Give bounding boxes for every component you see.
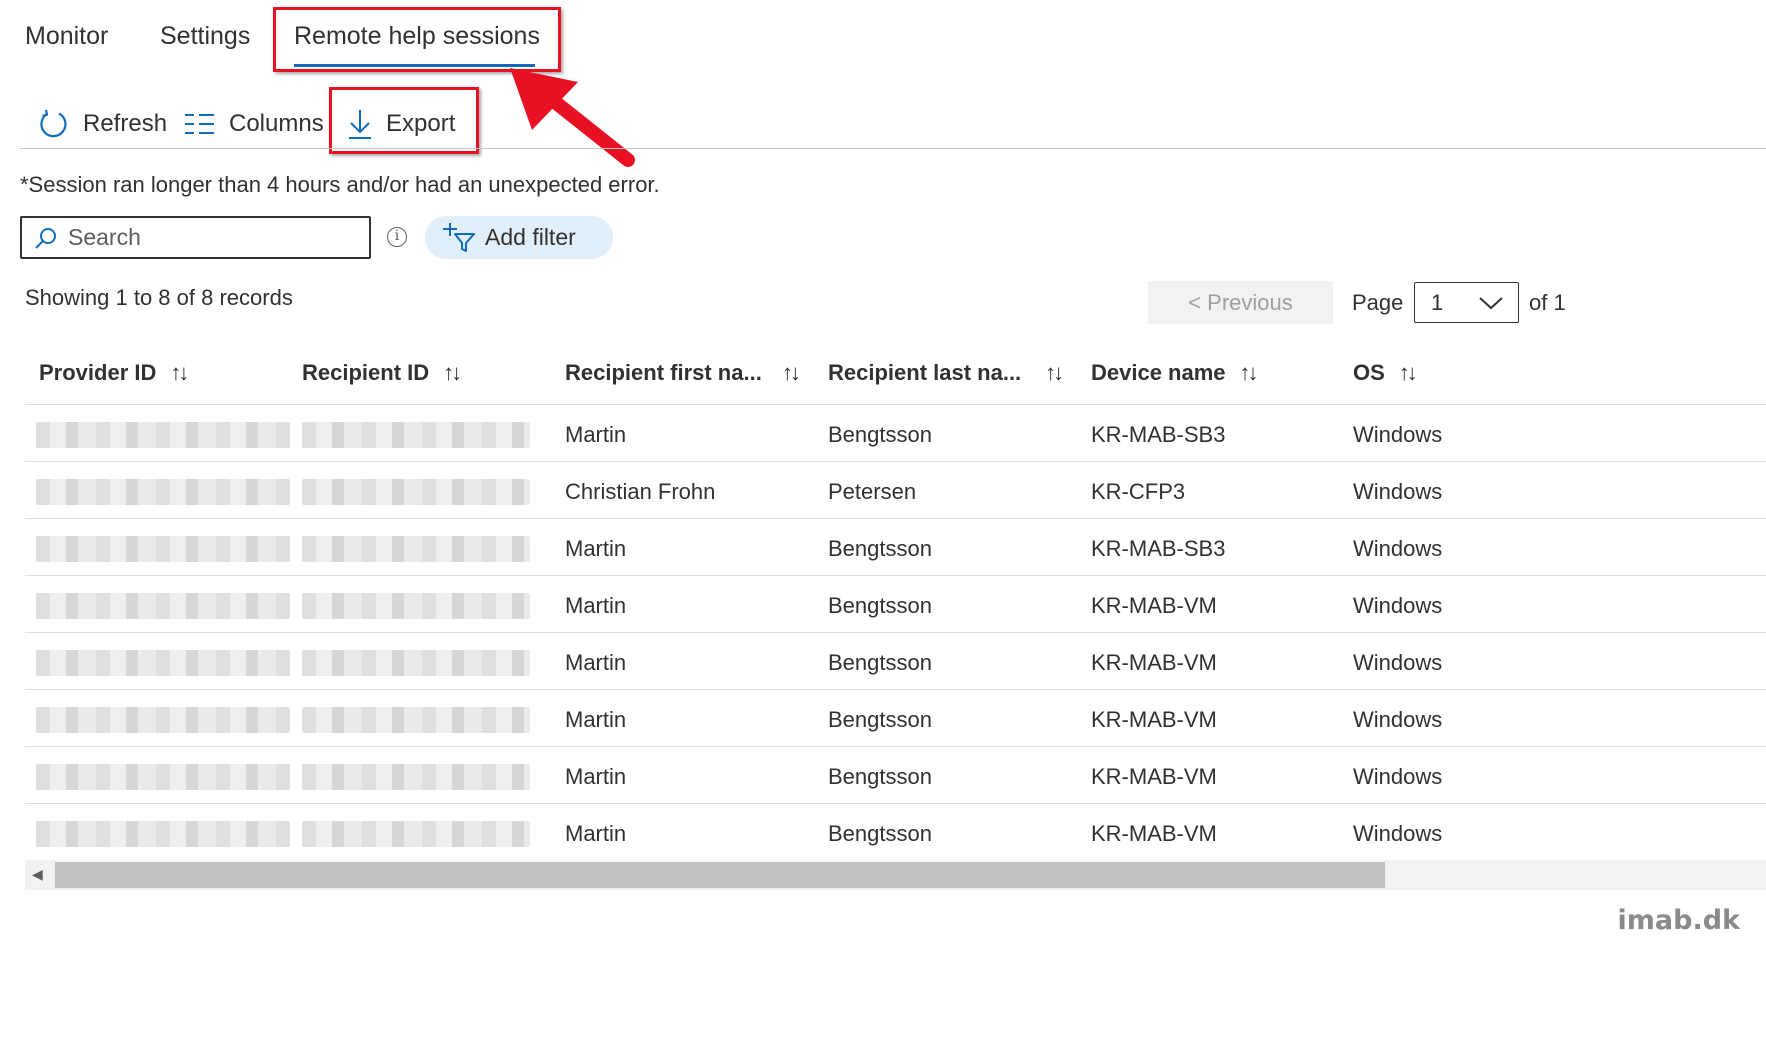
cell-provider-id-redacted xyxy=(36,536,290,562)
cell-device-name: KR-MAB-VM xyxy=(1091,821,1217,846)
refresh-button[interactable]: Refresh xyxy=(37,104,167,144)
add-filter-button[interactable]: Add filter xyxy=(425,216,613,259)
cell-first-name: Martin xyxy=(565,650,627,675)
sort-icon[interactable]: ↑↓ xyxy=(1240,360,1259,386)
column-header-provider-id[interactable]: Provider ID ↑↓ xyxy=(39,360,189,386)
column-label: Recipient last na... xyxy=(828,360,1022,385)
cell-provider-id-redacted xyxy=(36,707,290,733)
cell-provider-id-redacted xyxy=(36,821,290,847)
cell-recipient-id-redacted xyxy=(302,422,530,448)
cell-device-name: KR-MAB-VM xyxy=(1091,764,1217,789)
search-icon xyxy=(35,227,56,249)
cell-os: Windows xyxy=(1353,536,1443,561)
refresh-icon xyxy=(40,109,67,138)
page-value: 1 xyxy=(1431,289,1444,315)
column-header-device-name[interactable]: Device name ↑↓ xyxy=(1091,360,1259,386)
cell-os: Windows xyxy=(1353,707,1443,732)
cell-last-name: Bengtsson xyxy=(828,422,932,447)
cell-device-name: KR-MAB-VM xyxy=(1091,650,1217,675)
previous-button[interactable]: < Previous xyxy=(1148,281,1333,324)
cell-os: Windows xyxy=(1353,650,1443,675)
previous-label: < Previous xyxy=(1188,289,1293,315)
cell-device-name: KR-MAB-SB3 xyxy=(1091,536,1226,561)
cell-device-name: KR-MAB-VM xyxy=(1091,593,1217,618)
watermark: imab.dk xyxy=(1617,905,1740,936)
cell-provider-id-redacted xyxy=(36,422,290,448)
info-icon[interactable]: i xyxy=(387,227,407,247)
cell-last-name: Bengtsson xyxy=(828,536,932,561)
column-header-recipient-first-name[interactable]: Recipient first na... ↑↓ xyxy=(565,360,801,386)
search-placeholder: Search xyxy=(68,224,141,250)
add-filter-icon xyxy=(443,222,475,252)
column-label: Provider ID xyxy=(39,360,157,385)
cell-provider-id-redacted xyxy=(36,650,290,676)
tab-settings[interactable]: Settings xyxy=(160,22,250,51)
cell-recipient-id-redacted xyxy=(302,536,530,562)
cell-first-name: Martin xyxy=(565,536,627,561)
cell-first-name: Martin xyxy=(565,821,627,846)
column-label: Recipient first na... xyxy=(565,360,762,385)
cell-last-name: Bengtsson xyxy=(828,650,932,675)
cell-last-name: Bengtsson xyxy=(828,821,932,846)
cell-os: Windows xyxy=(1353,764,1443,789)
cell-recipient-id-redacted xyxy=(302,593,530,619)
column-header-recipient-last-name[interactable]: Recipient last na... ↑↓ xyxy=(828,360,1064,386)
arrow-annotation xyxy=(510,68,635,167)
column-header-recipient-id[interactable]: Recipient ID ↑↓ xyxy=(302,360,462,386)
column-label: OS xyxy=(1353,360,1385,385)
cell-provider-id-redacted xyxy=(36,764,290,790)
scrollbar-thumb[interactable] xyxy=(55,862,1385,888)
sort-icon[interactable]: ↑↓ xyxy=(782,360,801,386)
cell-last-name: Petersen xyxy=(828,479,917,504)
column-label: Device name xyxy=(1091,360,1226,385)
cell-provider-id-redacted xyxy=(36,593,290,619)
cell-os: Windows xyxy=(1353,479,1443,504)
highlight-box-export xyxy=(329,87,479,154)
cell-recipient-id-redacted xyxy=(302,821,530,847)
columns-label: Columns xyxy=(229,110,324,137)
sort-icon[interactable]: ↑↓ xyxy=(170,360,189,386)
cell-first-name: Christian Frohn xyxy=(565,479,716,504)
column-label: Recipient ID xyxy=(302,360,430,385)
cell-recipient-id-redacted xyxy=(302,764,530,790)
columns-button[interactable]: Columns xyxy=(185,104,324,144)
scroll-left-icon[interactable]: ◀ xyxy=(32,866,43,883)
cell-first-name: Martin xyxy=(565,707,627,732)
cell-os: Windows xyxy=(1353,821,1443,846)
cell-recipient-id-redacted xyxy=(302,650,530,676)
columns-icon xyxy=(185,114,214,134)
cell-first-name: Martin xyxy=(565,764,627,789)
cell-last-name: Bengtsson xyxy=(828,593,932,618)
refresh-label: Refresh xyxy=(83,110,168,137)
column-header-os[interactable]: OS ↑↓ xyxy=(1353,360,1418,386)
cell-os: Windows xyxy=(1353,593,1443,618)
sort-icon[interactable]: ↑↓ xyxy=(1045,360,1064,386)
add-filter-label: Add filter xyxy=(485,224,576,250)
cell-device-name: KR-MAB-VM xyxy=(1091,707,1217,732)
sort-icon[interactable]: ↑↓ xyxy=(1399,360,1418,386)
cell-provider-id-redacted xyxy=(36,479,290,505)
page-label: Page xyxy=(1352,290,1404,315)
cell-first-name: Martin xyxy=(565,422,627,447)
cell-recipient-id-redacted xyxy=(302,707,530,733)
cell-device-name: KR-MAB-SB3 xyxy=(1091,422,1226,447)
cell-recipient-id-redacted xyxy=(302,479,530,505)
cell-os: Windows xyxy=(1353,422,1443,447)
search-input[interactable]: Search xyxy=(20,216,371,259)
page-select[interactable]: 1 xyxy=(1414,282,1519,323)
records-count: Showing 1 to 8 of 8 records xyxy=(25,285,293,310)
cell-last-name: Bengtsson xyxy=(828,707,932,732)
cell-device-name: KR-CFP3 xyxy=(1091,479,1186,504)
chevron-down-icon xyxy=(1479,296,1503,309)
cell-last-name: Bengtsson xyxy=(828,764,932,789)
session-note: *Session ran longer than 4 hours and/or … xyxy=(20,172,660,197)
page-total: of 1 xyxy=(1529,290,1566,315)
cell-first-name: Martin xyxy=(565,593,627,618)
toolbar-divider xyxy=(20,148,1766,149)
tab-monitor[interactable]: Monitor xyxy=(25,22,108,51)
sort-icon[interactable]: ↑↓ xyxy=(443,360,462,386)
